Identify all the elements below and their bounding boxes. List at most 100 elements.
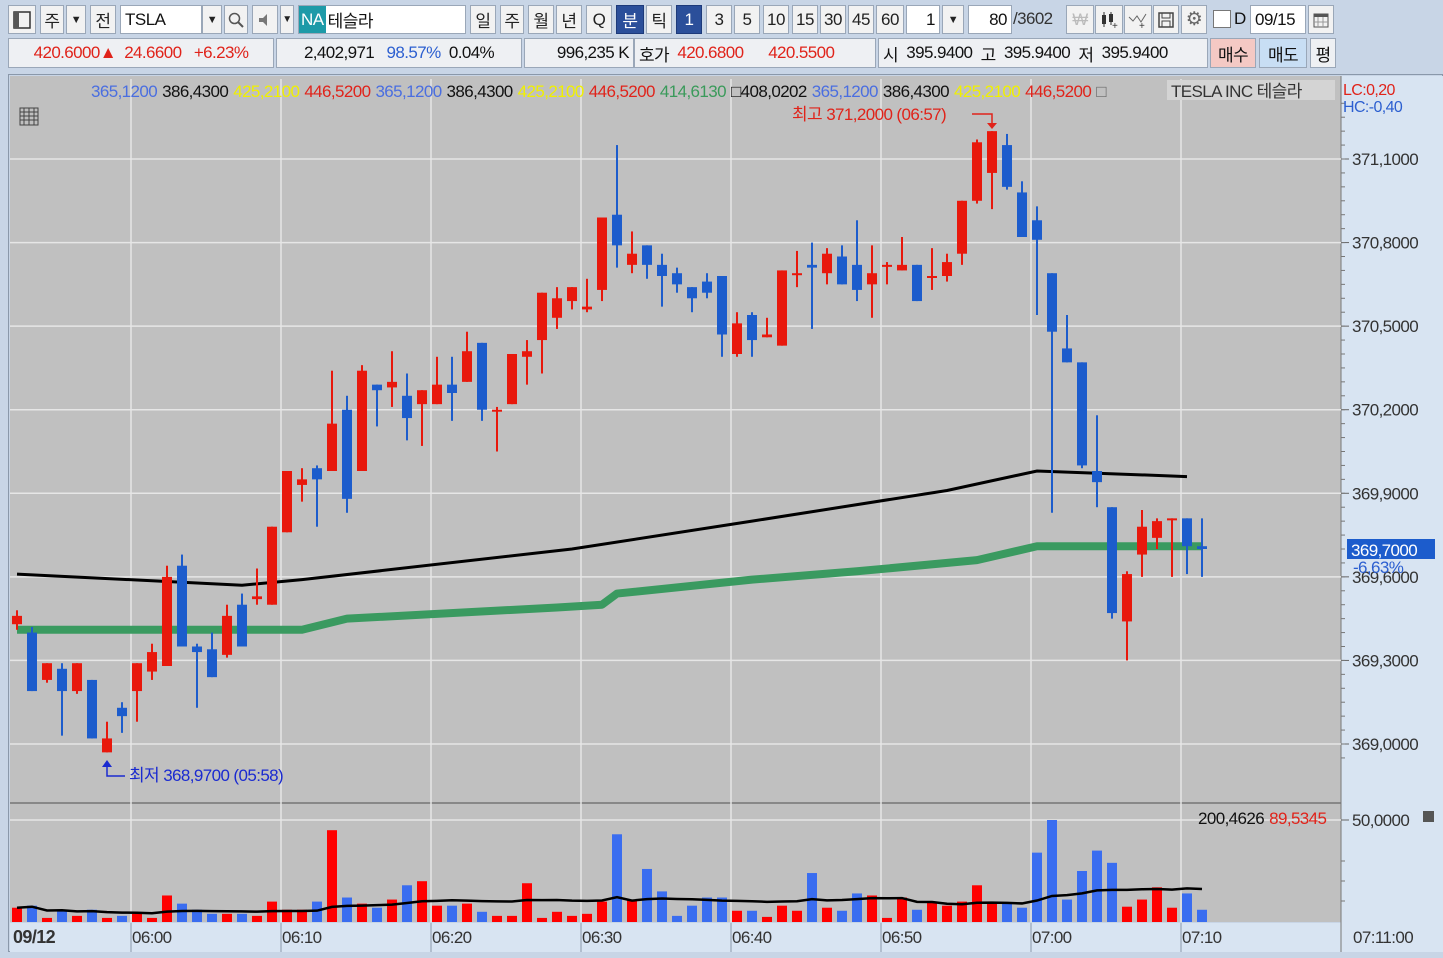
volume-bar[interactable] [687, 905, 697, 922]
volume-bar[interactable] [642, 868, 652, 922]
settings-gear-icon[interactable]: ⚙ [1181, 5, 1207, 34]
volume-bar[interactable] [462, 903, 472, 922]
market-select[interactable]: 주 [40, 5, 64, 34]
tick-tab[interactable]: 틱 [646, 5, 672, 34]
candle[interactable] [1107, 507, 1117, 619]
volume-bar[interactable] [627, 899, 637, 922]
candle[interactable] [507, 353, 517, 405]
volume-bar[interactable] [1062, 899, 1072, 922]
symbol-dropdown-icon[interactable]: ▼ [202, 5, 222, 34]
volume-bar[interactable] [102, 917, 112, 922]
volume-bar[interactable] [522, 883, 532, 922]
volume-bar[interactable] [897, 897, 907, 922]
candle[interactable] [477, 342, 487, 421]
volume-bar[interactable] [762, 916, 772, 922]
market-dropdown-icon[interactable]: ▼ [66, 5, 86, 34]
candle[interactable] [87, 679, 97, 739]
candle[interactable] [267, 526, 277, 605]
volume-bar[interactable] [792, 910, 802, 922]
volume-bar[interactable] [1122, 906, 1132, 922]
candle[interactable] [972, 139, 982, 204]
volume-bar[interactable] [507, 915, 517, 922]
period-button[interactable]: 주 [500, 5, 524, 34]
search-icon[interactable] [224, 5, 248, 34]
volume-bar[interactable] [477, 911, 487, 922]
speaker-icon[interactable] [252, 5, 278, 34]
volume-bar[interactable] [912, 909, 922, 922]
volume-bar[interactable] [222, 913, 232, 922]
volume-bar[interactable] [552, 911, 562, 922]
volume-bar[interactable] [567, 915, 577, 922]
period-button[interactable]: 년 [556, 5, 582, 34]
volume-bar[interactable] [597, 901, 607, 922]
volume-bar[interactable] [147, 917, 157, 922]
volume-bar[interactable] [1017, 907, 1027, 922]
volume-bar[interactable] [177, 903, 187, 922]
volume-bar[interactable] [657, 891, 667, 922]
volume-bar[interactable] [1197, 909, 1207, 922]
volume-bar[interactable] [987, 902, 997, 922]
interval-button[interactable]: 30 [820, 5, 846, 34]
volume-bar[interactable] [942, 905, 952, 922]
volume-bar[interactable] [117, 915, 127, 922]
add-indicator-icon[interactable]: + [1124, 5, 1152, 34]
interval-dropdown-icon[interactable]: ▼ [942, 5, 964, 34]
volume-bar[interactable] [672, 915, 682, 922]
symbol-input[interactable]: TSLA [120, 5, 202, 34]
minute-tab[interactable]: 분 [616, 5, 644, 34]
volume-bar[interactable] [1167, 907, 1177, 922]
buy-button[interactable]: 매수 [1210, 38, 1256, 68]
interval-button[interactable]: 45 [848, 5, 874, 34]
volume-bar[interactable] [1032, 852, 1042, 922]
calendar-icon[interactable] [1308, 5, 1334, 34]
volume-bar[interactable] [1077, 871, 1087, 922]
won-icon[interactable]: ₩ [1066, 5, 1094, 34]
volume-bar[interactable] [447, 905, 457, 922]
speaker-dropdown-icon[interactable]: ▼ [280, 5, 294, 34]
date-input[interactable]: 09/15 [1250, 5, 1306, 34]
candle[interactable] [597, 217, 607, 302]
volume-bar[interactable] [807, 873, 817, 922]
interval-count-input[interactable]: 1 [906, 5, 940, 34]
volume-bar[interactable] [252, 915, 262, 922]
candle[interactable] [42, 663, 52, 683]
volume-bar[interactable] [387, 899, 397, 922]
volume-bar[interactable] [822, 907, 832, 922]
interval-button[interactable]: 3 [706, 5, 732, 34]
add-candle-icon[interactable]: + [1095, 5, 1123, 34]
period-button[interactable]: 일 [470, 5, 496, 34]
volume-close-icon[interactable] [1423, 811, 1434, 822]
volume-bar[interactable] [162, 895, 172, 922]
interval-button[interactable]: 1 [676, 5, 702, 34]
volume-bar[interactable] [537, 917, 547, 922]
name-field[interactable]: NA 테슬라 [298, 5, 466, 34]
volume-bar[interactable] [132, 913, 142, 922]
volume-bar[interactable] [372, 907, 382, 922]
volume-bar[interactable] [777, 905, 787, 922]
volume-bar[interactable] [1182, 893, 1192, 922]
volume-bar[interactable] [42, 917, 52, 922]
candle[interactable] [72, 663, 82, 694]
volume-bar[interactable] [1137, 899, 1147, 922]
price-pane[interactable] [10, 76, 1341, 802]
chart-layout-icon[interactable] [8, 5, 36, 34]
volume-bar[interactable] [1152, 887, 1162, 922]
volume-bar[interactable] [207, 913, 217, 922]
period-button[interactable]: 월 [528, 5, 554, 34]
candle[interactable] [1077, 362, 1087, 469]
candle[interactable] [342, 395, 352, 513]
candlestick-chart[interactable]: 371,1000 370,8000 370,5000 370,2000 369,9000… [9, 75, 1443, 953]
bar-count-input[interactable]: 80 [968, 5, 1012, 34]
volume-bar[interactable] [432, 905, 442, 922]
volume-bar[interactable] [492, 915, 502, 922]
candle[interactable] [777, 270, 787, 346]
time-axis[interactable] [10, 923, 1341, 952]
interval-button[interactable]: 15 [792, 5, 818, 34]
all-button[interactable]: 전 [90, 5, 116, 34]
candle[interactable] [912, 264, 922, 302]
volume-bar[interactable] [342, 897, 352, 922]
candle[interactable] [162, 565, 172, 666]
volume-bar[interactable] [72, 915, 82, 922]
volume-bar[interactable] [237, 913, 247, 922]
volume-bar[interactable] [1107, 862, 1117, 922]
